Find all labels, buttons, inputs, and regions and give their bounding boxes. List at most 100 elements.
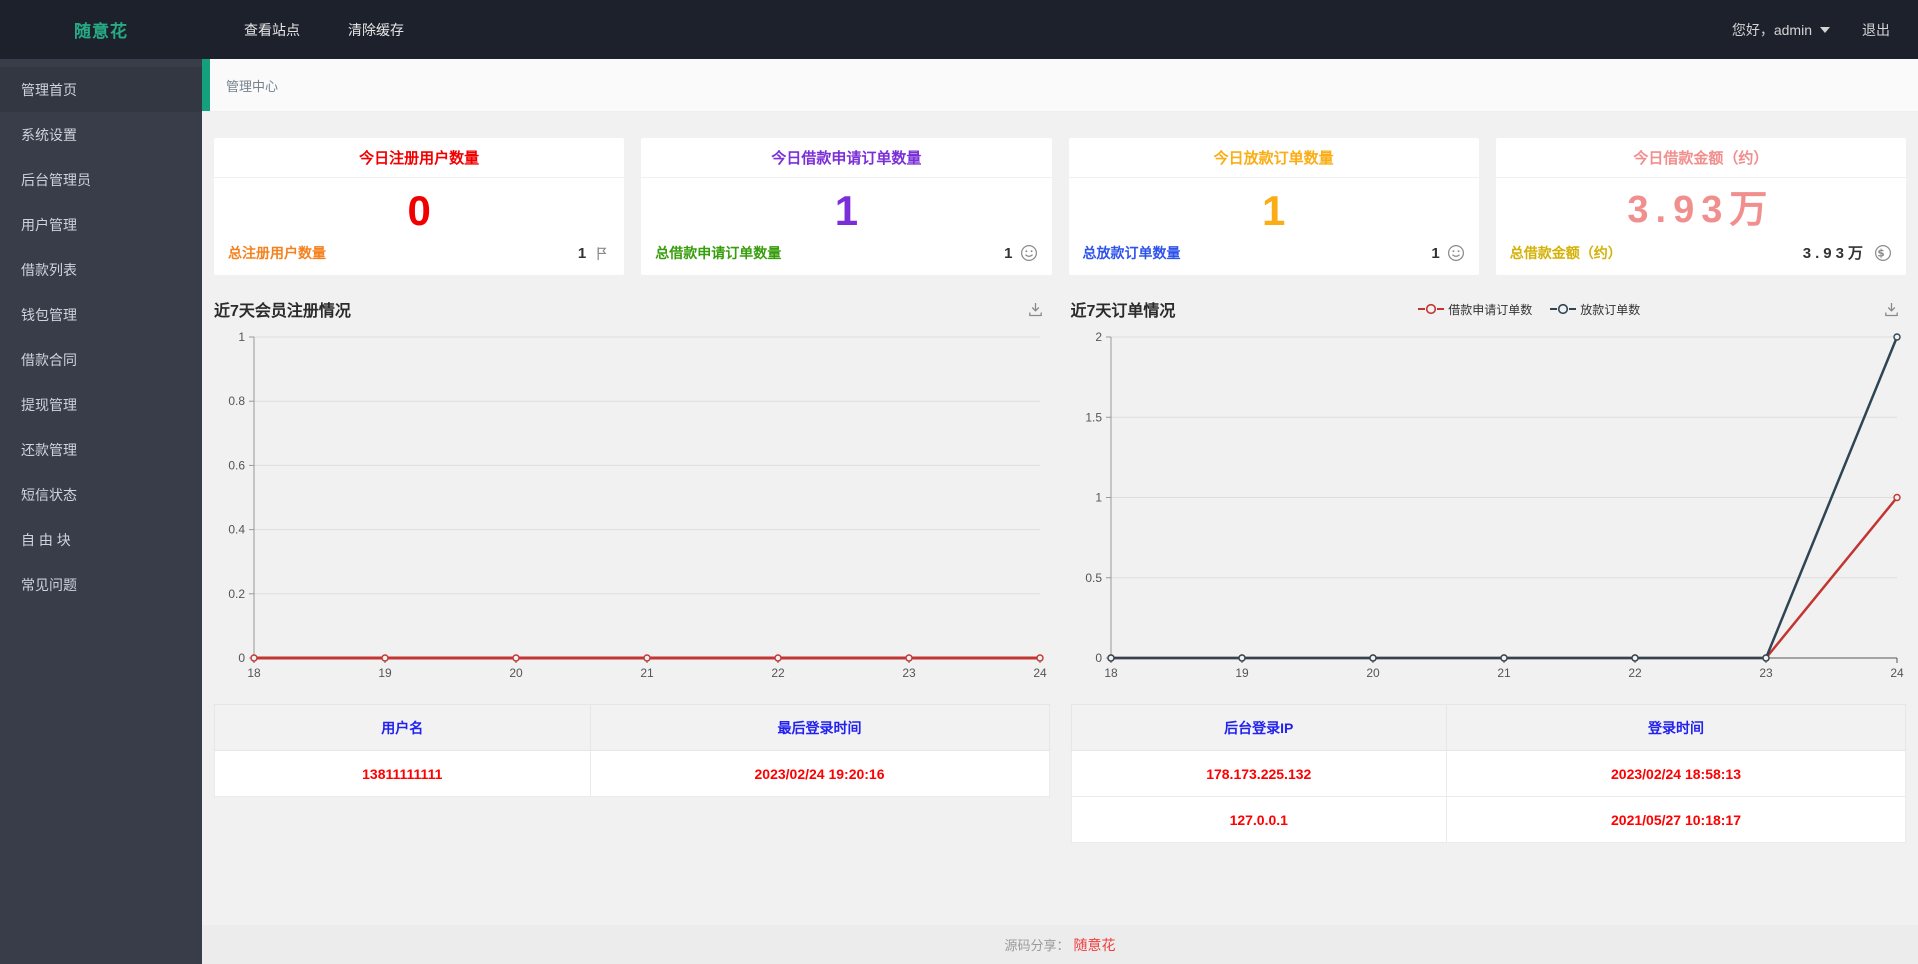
smiley-icon [1447,244,1465,262]
svg-text:23: 23 [902,666,916,680]
chart-legend: 借款申请订单数 放款订单数 [1175,301,1883,318]
sidebar: 管理首页 系统设置 后台管理员 用户管理 借款列表 钱包管理 借款合同 提现管理… [0,59,202,964]
flag-icon [593,245,610,262]
svg-text:$: $ [1877,247,1888,259]
table-cell: 127.0.0.1 [1070,796,1448,843]
sidebar-item-loan-list[interactable]: 借款列表 [0,247,202,292]
svg-text:24: 24 [1033,666,1047,680]
sidebar-item-wallet[interactable]: 钱包管理 [0,292,202,337]
chart-registrations[interactable]: 0 0.2 0.4 0.6 0.8 1 18 19 20 21 22 23 24 [214,327,1050,688]
card-today-registered-users: 今日注册用户数量 0 总注册用户数量 1 [214,138,625,275]
card-footer-label: 总借款金额（约） [1509,244,1622,261]
svg-text:0.2: 0.2 [228,587,245,601]
svg-text:21: 21 [1497,666,1511,680]
chart-title-registrations: 近7天会员注册情况 [214,303,351,320]
table-header-row: 用户名 最后登录时间 [214,704,1050,751]
nav-view-site[interactable]: 查看站点 [220,0,324,59]
top-nav: 查看站点 清除缓存 [220,0,428,59]
table-header-row: 后台登录IP 登录时间 [1070,704,1906,751]
svg-text:0.6: 0.6 [228,458,245,472]
table-cell: 2021/05/27 10:18:17 [1446,796,1906,843]
table-row[interactable]: 13811111111 2023/02/24 19:20:16 [214,750,1050,797]
table-cell: 2023/02/24 18:58:13 [1446,750,1906,797]
download-icon[interactable] [1027,301,1050,318]
card-value: 1 [834,186,859,234]
sidebar-item-system-settings[interactable]: 系统设置 [0,112,202,157]
svg-text:22: 22 [1628,666,1642,680]
breadcrumb: 管理中心 [226,78,279,94]
column-header: 后台登录IP [1070,704,1448,751]
smiley-icon [1020,244,1038,262]
legend-marker-icon [1418,303,1445,315]
svg-text:19: 19 [378,666,392,680]
brand-logo[interactable]: 随意花 [0,17,202,42]
sidebar-item-loan-contract[interactable]: 借款合同 [0,337,202,382]
chart-title-orders: 近7天订单情况 [1070,303,1176,320]
card-title: 今日放款订单数量 [1068,138,1479,178]
topbar-right: 您好，admin 退出 [1732,20,1918,40]
sidebar-item-sms-status[interactable]: 短信状态 [0,472,202,517]
svg-text:24: 24 [1890,666,1904,680]
svg-text:18: 18 [1104,666,1118,680]
charts-row: 近7天会员注册情况 0 0.2 0.4 0.6 0.8 1 18 19 20 21 22 23 24 近… [214,291,1906,688]
chart-orders-panel: 近7天订单情况 借款申请订单数 放款订单数 0 0.5 1 1.5 2 18 1… [1071,291,1907,688]
download-icon[interactable] [1883,301,1906,318]
svg-text:20: 20 [1366,666,1380,680]
table-cell: 13811111111 [214,750,591,797]
page-footer: 源码分享： 随意花 [202,925,1918,964]
card-footer-value: 1 [1431,244,1440,262]
admin-login-ip-table: 后台登录IP 登录时间 178.173.225.132 2023/02/24 1… [1070,704,1906,843]
svg-text:0.5: 0.5 [1085,571,1102,585]
sidebar-item-users[interactable]: 用户管理 [0,202,202,247]
chart-registrations-panel: 近7天会员注册情况 0 0.2 0.4 0.6 0.8 1 18 19 20 21 22 23 24 [214,291,1050,688]
sidebar-item-home[interactable]: 管理首页 [0,67,202,112]
card-footer: 总放款订单数量 1 [1069,243,1479,275]
recent-user-login-table: 用户名 最后登录时间 13811111111 2023/02/24 19:20:… [214,704,1050,797]
svg-text:18: 18 [247,666,261,680]
card-today-loan-amount: 今日借款金额（约） 3.93万 总借款金额（约） 3.93万 $ [1495,138,1906,275]
card-today-disbursed-orders: 今日放款订单数量 1 总放款订单数量 1 [1068,138,1479,275]
sidebar-item-withdraw[interactable]: 提现管理 [0,382,202,427]
column-header: 登录时间 [1446,704,1906,751]
table-row[interactable]: 178.173.225.132 2023/02/24 18:58:13 [1070,750,1906,797]
card-title: 今日注册用户数量 [214,138,625,178]
card-footer-label: 总借款申请订单数量 [655,245,782,261]
nav-clear-cache[interactable]: 清除缓存 [324,0,428,59]
card-title: 今日借款申请订单数量 [641,138,1052,178]
logout-button[interactable]: 退出 [1862,20,1890,40]
sidebar-item-admins[interactable]: 后台管理员 [0,157,202,202]
card-footer: 总借款金额（约） 3.93万 $ [1496,242,1906,275]
legend-disbursed-orders[interactable]: 放款订单数 [1550,301,1640,318]
legend-label: 借款申请订单数 [1448,302,1533,317]
accent-bar [202,59,210,111]
card-footer-value: 1 [1004,244,1013,262]
svg-text:0.8: 0.8 [228,394,245,408]
breadcrumb-bar: 管理中心 [202,59,1918,112]
svg-text:0: 0 [1095,651,1102,665]
card-today-loan-applications: 今日借款申请订单数量 1 总借款申请订单数量 1 [641,138,1052,275]
card-footer: 总注册用户数量 1 [214,243,624,275]
sidebar-item-repayment[interactable]: 还款管理 [0,427,202,472]
card-footer: 总借款申请订单数量 1 [641,243,1051,275]
legend-label: 放款订单数 [1580,302,1641,317]
chart-orders[interactable]: 0 0.5 1 1.5 2 18 19 20 21 22 23 24 [1071,327,1907,688]
card-footer-value: 3.93万 [1802,245,1867,262]
card-footer-value: 1 [577,244,587,262]
svg-text:1.5: 1.5 [1085,410,1102,424]
card-value: 0 [407,186,431,234]
footer-brand-link[interactable]: 随意花 [1074,935,1116,955]
sidebar-item-faq[interactable]: 常见问题 [0,562,202,607]
sidebar-item-free-block[interactable]: 自 由 块 [0,517,202,562]
user-dropdown[interactable]: 您好，admin [1732,20,1830,40]
top-bar: 随意花 查看站点 清除缓存 您好，admin 退出 [0,0,1918,59]
svg-text:0: 0 [238,651,245,665]
column-header: 用户名 [214,704,591,751]
svg-text:22: 22 [771,666,785,680]
legend-marker-icon [1550,303,1577,315]
svg-text:23: 23 [1759,666,1773,680]
dollar-icon: $ [1874,244,1892,262]
table-row[interactable]: 127.0.0.1 2021/05/27 10:18:17 [1070,796,1906,843]
tables-row: 用户名 最后登录时间 13811111111 2023/02/24 19:20:… [214,704,1906,843]
svg-text:1: 1 [238,330,245,344]
legend-loan-applications[interactable]: 借款申请订单数 [1418,301,1532,318]
